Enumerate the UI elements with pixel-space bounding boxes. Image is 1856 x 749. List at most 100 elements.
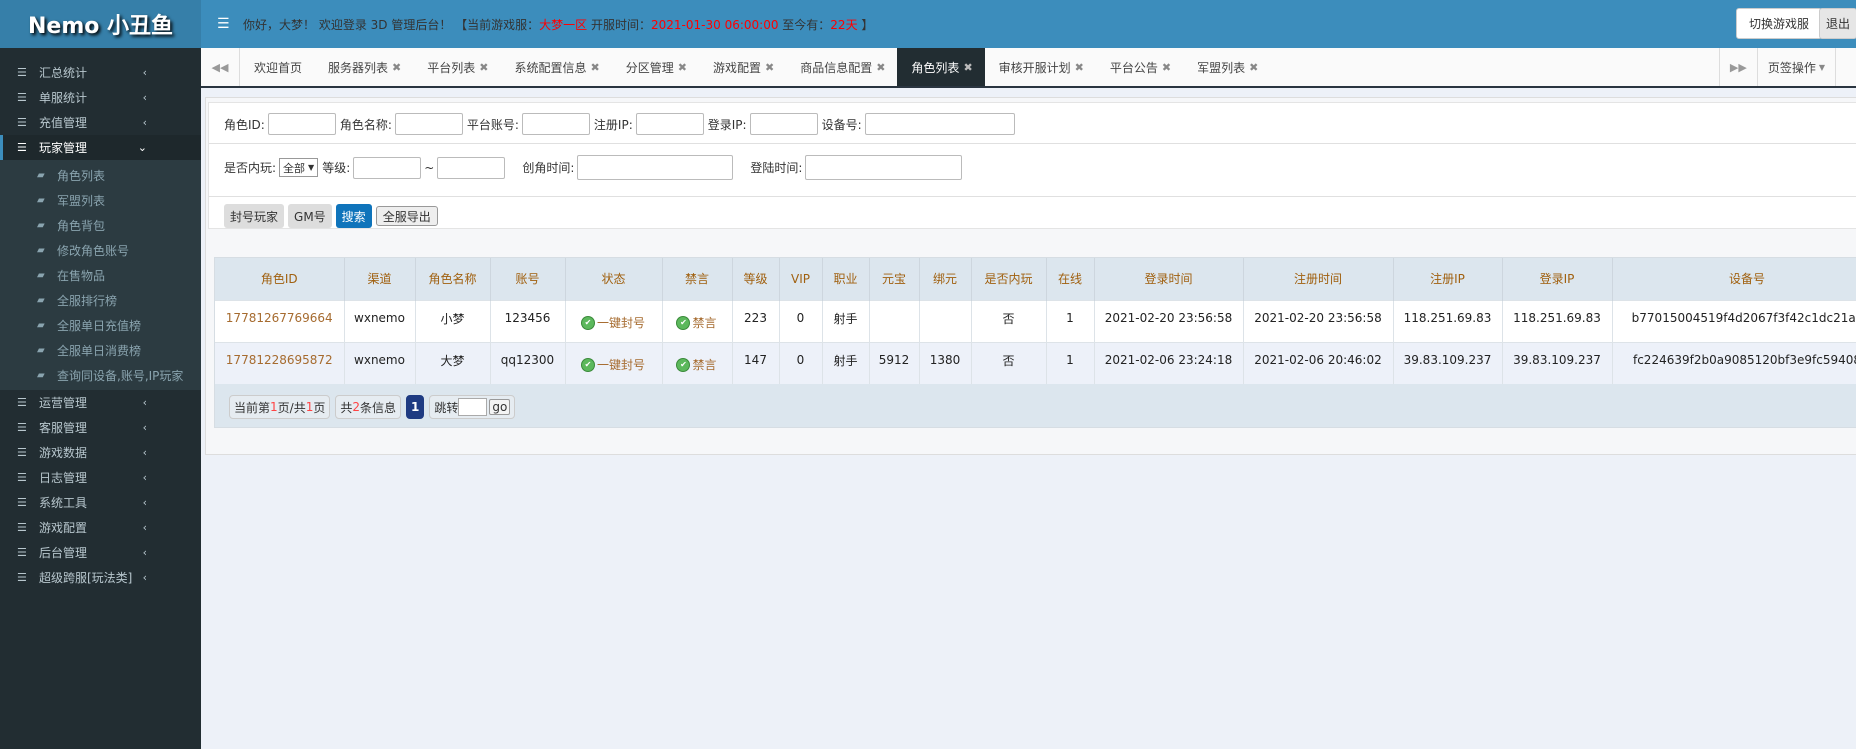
level-max-input[interactable] — [437, 156, 506, 179]
submenu-item[interactable]: ▰ 在售物品 — [0, 263, 201, 288]
internal-select[interactable]: 全部 ▼ — [279, 158, 319, 177]
create-time-input[interactable] — [577, 155, 734, 180]
sidebar-item[interactable]: ☰ 客服管理 ‹ — [0, 415, 201, 440]
tab-extra[interactable] — [1835, 48, 1856, 86]
mute-action[interactable]: ✔ 禁言 — [677, 358, 717, 372]
tab-item[interactable]: 服务器列表 ✖ — [314, 48, 413, 86]
close-icon[interactable]: ✖ — [479, 61, 488, 74]
submenu-item[interactable]: ▰ 全服单日消费榜 — [0, 338, 201, 363]
ban-player-button[interactable]: 封号玩家 — [224, 204, 285, 228]
table-cell[interactable]: ✔ 一键封号 — [565, 299, 663, 342]
column-header[interactable]: 是否内玩 — [971, 258, 1047, 300]
tab-item[interactable]: 游戏配置 ✖ — [699, 48, 786, 86]
login-ip-input[interactable] — [749, 113, 818, 135]
tab-operations-dropdown[interactable]: 页签操作 ▼ — [1756, 48, 1835, 86]
submenu-item[interactable]: ▰ 查询同设备,账号,IP玩家 — [0, 363, 201, 388]
page-button-1[interactable]: 1 — [406, 395, 425, 419]
reg-ip-input[interactable] — [635, 113, 704, 135]
platform-account-input[interactable] — [521, 113, 590, 135]
sidebar-item-label: 汇总统计 — [39, 66, 88, 80]
tab-item[interactable]: 平台列表 ✖ — [413, 48, 500, 86]
ban-action[interactable]: ✔ 一键封号 — [581, 358, 645, 372]
column-header[interactable]: 职业 — [822, 258, 870, 300]
tab-scroll-left-icon[interactable]: ◀◀ — [201, 48, 240, 86]
chevron-down-icon: ⌄ — [137, 141, 147, 154]
tab-item[interactable]: 角色列表 ✖ — [897, 48, 985, 86]
logout-button[interactable]: 退出 — [1819, 8, 1856, 39]
column-header[interactable]: VIP — [779, 258, 823, 300]
tab-item[interactable]: 系统配置信息 ✖ — [500, 48, 611, 86]
tab-item[interactable]: 欢迎首页 — [240, 48, 314, 86]
sidebar-item[interactable]: ☰ 玩家管理 ⌄ — [0, 135, 201, 160]
sidebar-item[interactable]: ☰ 充值管理 ‹ — [0, 110, 201, 135]
sidebar-item[interactable]: ☰ 游戏数据 ‹ — [0, 440, 201, 465]
column-header[interactable]: 状态 — [565, 258, 663, 300]
submenu-item[interactable]: ▰ 修改角色账号 — [0, 238, 201, 263]
close-icon[interactable]: ✖ — [1075, 61, 1084, 74]
platform-account-label: 平台账号: — [466, 117, 519, 132]
close-icon[interactable]: ✖ — [963, 61, 972, 74]
login-time-input[interactable] — [805, 155, 963, 180]
submenu-item[interactable]: ▰ 角色背包 — [0, 213, 201, 238]
column-header[interactable]: 账号 — [490, 258, 566, 300]
close-icon[interactable]: ✖ — [591, 61, 600, 74]
tab-item[interactable]: 平台公告 ✖ — [1096, 48, 1183, 86]
close-icon[interactable]: ✖ — [392, 61, 401, 74]
tab-item[interactable]: 军盟列表 ✖ — [1183, 48, 1270, 86]
table-cell[interactable]: ✔ 禁言 — [662, 341, 733, 384]
column-header[interactable]: 登录IP — [1502, 258, 1613, 300]
role-name-input[interactable] — [394, 113, 463, 135]
tab-scroll-right-icon[interactable]: ▶▶ — [1718, 48, 1757, 86]
submenu-item[interactable]: ▰ 角色列表 — [0, 163, 201, 188]
sidebar-item[interactable]: ☰ 运营管理 ‹ — [0, 390, 201, 415]
close-icon[interactable]: ✖ — [678, 61, 687, 74]
tab-item[interactable]: 分区管理 ✖ — [612, 48, 699, 86]
ban-action[interactable]: ✔ 一键封号 — [581, 316, 645, 330]
column-header[interactable]: 角色名称 — [415, 258, 491, 300]
sidebar-item[interactable]: ☰ 游戏配置 ‹ — [0, 515, 201, 540]
sidebar-item[interactable]: ☰ 单服统计 ‹ — [0, 85, 201, 110]
jump-page-input[interactable] — [458, 398, 488, 416]
table-cell[interactable]: ✔ 禁言 — [662, 299, 733, 342]
table-cell: b77015004519f4d2067f3f42c1dc21ac — [1612, 299, 1856, 342]
mute-action[interactable]: ✔ 禁言 — [677, 316, 717, 330]
tab-item[interactable]: 商品信息配置 ✖ — [786, 48, 897, 86]
close-icon[interactable]: ✖ — [1162, 61, 1171, 74]
menu-icon: ☰ — [17, 66, 27, 79]
table-cell[interactable]: 17781267769664 — [215, 299, 345, 342]
sidebar-item[interactable]: ☰ 系统工具 ‹ — [0, 490, 201, 515]
column-header[interactable]: 在线 — [1046, 258, 1095, 300]
device-input[interactable] — [864, 113, 1015, 135]
table-cell[interactable]: ✔ 一键封号 — [565, 341, 663, 384]
search-button[interactable]: 搜索 — [335, 204, 372, 228]
column-header[interactable]: 注册IP — [1393, 258, 1503, 300]
role-id-input[interactable] — [267, 113, 336, 135]
close-icon[interactable]: ✖ — [1249, 61, 1258, 74]
sidebar-item[interactable]: ☰ 后台管理 ‹ — [0, 540, 201, 565]
submenu-item[interactable]: ▰ 全服单日充值榜 — [0, 313, 201, 338]
column-header[interactable]: 注册时间 — [1243, 258, 1394, 300]
table-cell[interactable]: 17781228695872 — [215, 341, 345, 384]
submenu-item[interactable]: ▰ 全服排行榜 — [0, 288, 201, 313]
column-header[interactable]: 渠道 — [344, 258, 416, 300]
sidebar-item[interactable]: ☰ 日志管理 ‹ — [0, 465, 201, 490]
column-header[interactable]: 元宝 — [869, 258, 920, 300]
export-all-button[interactable]: 全服导出 — [375, 206, 438, 226]
column-header[interactable]: 绑元 — [919, 258, 972, 300]
sidebar-item[interactable]: ☰ 汇总统计 ‹ — [0, 60, 201, 85]
submenu-item[interactable]: ▰ 军盟列表 — [0, 188, 201, 213]
close-icon[interactable]: ✖ — [765, 61, 774, 74]
tab-item[interactable]: 审核开服计划 ✖ — [985, 48, 1096, 86]
menu-toggle-icon[interactable]: ☰ — [217, 16, 237, 32]
column-header[interactable]: 登录时间 — [1094, 258, 1244, 300]
column-header[interactable]: 等级 — [732, 258, 780, 300]
column-header[interactable]: 设备号 — [1612, 258, 1856, 300]
sidebar-item[interactable]: ☰ 超级跨服[玩法类] ‹ — [0, 565, 201, 590]
gm-button[interactable]: GM号 — [288, 204, 332, 228]
close-icon[interactable]: ✖ — [876, 61, 885, 74]
column-header[interactable]: 角色ID — [215, 258, 345, 300]
level-min-input[interactable] — [353, 156, 422, 179]
switch-server-button[interactable]: 切换游戏服 — [1736, 8, 1823, 39]
go-button[interactable]: go — [489, 399, 511, 415]
column-header[interactable]: 禁言 — [662, 258, 733, 300]
